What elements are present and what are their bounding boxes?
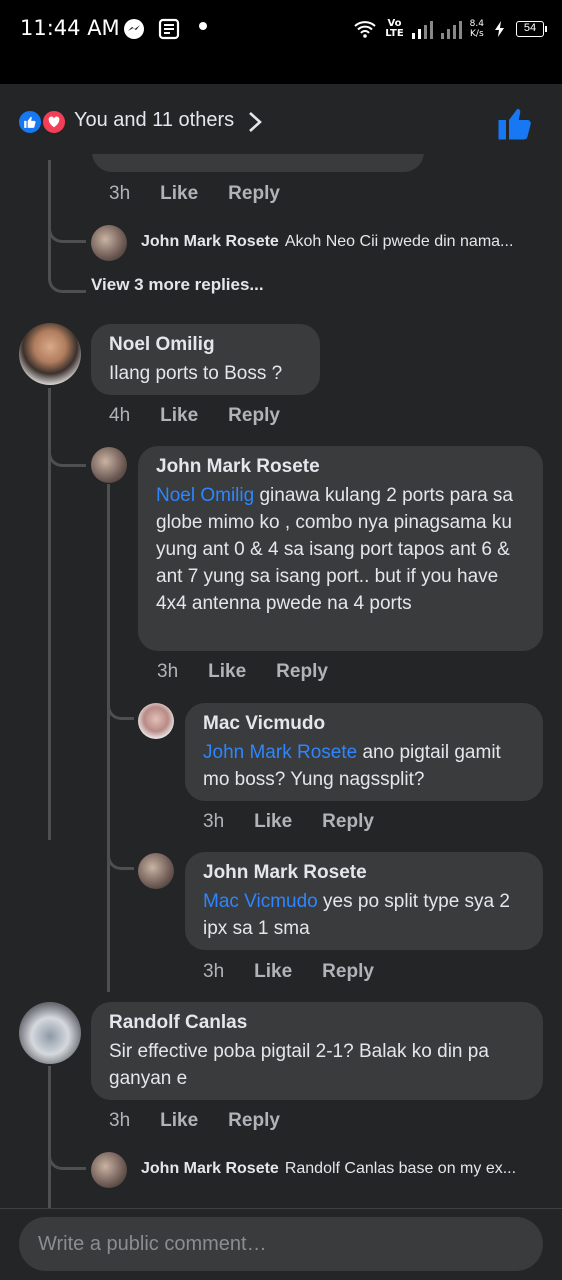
thread-branch xyxy=(107,683,134,720)
reply-preview[interactable]: John Mark Rosete Akoh Neo Cii pwede din n… xyxy=(141,233,513,251)
reactions-summary[interactable]: You and 11 others xyxy=(74,109,234,132)
comment-time: 3h xyxy=(157,661,179,682)
news-icon xyxy=(158,18,180,40)
thread-branch xyxy=(107,833,134,870)
comment-bubble: Mac Vicmudo John Mark Rosete ano pigtail… xyxy=(185,703,543,801)
like-link[interactable]: Like xyxy=(160,183,198,205)
reply-author[interactable]: John Mark Rosete xyxy=(141,233,279,250)
comment-time: 3h xyxy=(109,1110,131,1131)
chevron-right-icon[interactable] xyxy=(246,110,264,134)
comment-text: Noel Omilig ginawa kulang 2 ports para s… xyxy=(156,485,513,614)
comment-text: Ilang ports to Boss ? xyxy=(109,363,283,384)
signal-icon xyxy=(411,19,433,39)
thread-line xyxy=(107,484,110,992)
reply-link[interactable]: Reply xyxy=(276,661,328,683)
mention-link[interactable]: Noel Omilig xyxy=(156,485,254,506)
avatar[interactable] xyxy=(91,225,127,261)
reply-link[interactable]: Reply xyxy=(322,961,374,983)
comment-actions: 3h Like Reply xyxy=(203,811,374,833)
notification-dot xyxy=(199,22,207,30)
like-link[interactable]: Like xyxy=(254,811,292,833)
like-reaction-icon xyxy=(17,109,43,135)
comment-author[interactable]: Noel Omilig xyxy=(109,334,302,356)
avatar[interactable] xyxy=(138,703,174,739)
thread-branch xyxy=(48,204,86,243)
comment-bubble: Noel Omilig Ilang ports to Boss ? xyxy=(91,324,320,395)
avatar[interactable] xyxy=(19,1002,81,1064)
mention-link[interactable]: John Mark Rosete xyxy=(203,742,357,763)
reply-preview[interactable]: John Mark Rosete Randolf Canlas base on m… xyxy=(141,1160,516,1178)
wifi-icon xyxy=(354,21,376,38)
comment-time: 3h xyxy=(203,961,225,982)
avatar[interactable] xyxy=(19,323,81,385)
comment-input[interactable] xyxy=(19,1217,543,1271)
comment-actions: 3h Like Reply xyxy=(109,183,280,205)
comment-text: John Mark Rosete ano pigtail gamit mo bo… xyxy=(203,742,501,790)
like-link[interactable]: Like xyxy=(160,1110,198,1132)
comment-text: Sir effective poba pigtail 2-1? Balak ko… xyxy=(109,1041,489,1089)
avatar[interactable] xyxy=(91,1152,127,1188)
status-indicators: Vo LTE 8.4 K/s 54 xyxy=(353,14,547,44)
signal-icon-2 xyxy=(440,19,462,39)
comment-actions: 3h Like Reply xyxy=(203,961,374,983)
reply-link[interactable]: Reply xyxy=(228,1110,280,1132)
thread-branch xyxy=(48,430,86,467)
reply-link[interactable]: Reply xyxy=(228,405,280,427)
comment-bubble: John Mark Rosete Noel Omilig ginawa kula… xyxy=(138,446,543,651)
comment-text: Mac Vicmudo yes po split type sya 2 ipx … xyxy=(203,891,510,939)
reply-preview-text: Akoh Neo Cii pwede din nama... xyxy=(284,233,514,250)
charging-icon xyxy=(495,21,504,37)
comment-author[interactable]: Randolf Canlas xyxy=(109,1012,525,1034)
comment-author[interactable]: John Mark Rosete xyxy=(203,862,525,884)
like-link[interactable]: Like xyxy=(160,405,198,427)
avatar[interactable] xyxy=(138,853,174,889)
battery-indicator: 54 xyxy=(516,21,547,37)
view-more-replies[interactable]: View 3 more replies... xyxy=(91,275,264,295)
avatar[interactable] xyxy=(91,447,127,483)
comment-author[interactable]: John Mark Rosete xyxy=(156,456,525,478)
comment-actions: 4h Like Reply xyxy=(109,405,280,427)
mention-link[interactable]: Mac Vicmudo xyxy=(203,891,318,912)
love-reaction-icon xyxy=(41,109,67,135)
reply-preview-text: Randolf Canlas base on my ex... xyxy=(284,1160,517,1177)
comment-time: 3h xyxy=(203,811,225,832)
comment-time: 4h xyxy=(109,405,131,426)
like-link[interactable]: Like xyxy=(208,661,246,683)
comment-author[interactable]: Mac Vicmudo xyxy=(203,713,525,735)
comment-bubble: Randolf Canlas Sir effective poba pigtai… xyxy=(91,1002,543,1100)
messenger-icon xyxy=(124,19,144,39)
reply-link[interactable]: Reply xyxy=(322,811,374,833)
thread-branch xyxy=(48,246,86,293)
like-button-icon[interactable] xyxy=(497,105,533,141)
volte-label: Vo LTE xyxy=(385,18,404,39)
status-bar: 11:44 AM Vo LTE 8.4 K/s 54 xyxy=(0,0,562,84)
like-link[interactable]: Like xyxy=(254,961,292,983)
reply-author[interactable]: John Mark Rosete xyxy=(141,1160,279,1177)
comment-bubble: John Mark Rosete Mac Vicmudo yes po spli… xyxy=(185,852,543,950)
network-speed: 8.4 K/s xyxy=(469,19,484,39)
reply-link[interactable]: Reply xyxy=(228,183,280,205)
comment-time: 3h xyxy=(109,183,131,204)
thread-branch xyxy=(48,1130,86,1170)
status-time: 11:44 AM xyxy=(20,16,120,40)
comment-actions: 3h Like Reply xyxy=(157,661,328,683)
comment-actions: 3h Like Reply xyxy=(109,1110,280,1132)
